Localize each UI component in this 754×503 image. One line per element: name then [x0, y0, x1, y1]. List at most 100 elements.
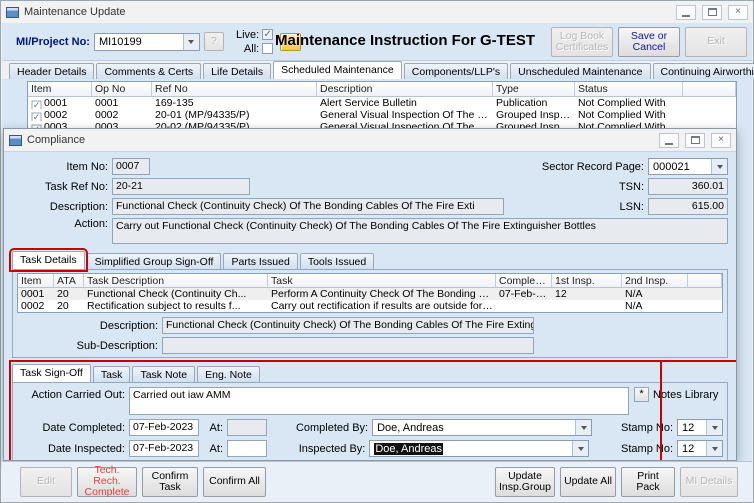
combo-arrow-icon[interactable] — [575, 420, 592, 435]
item-no-label: Item No: — [66, 160, 108, 173]
action-carried-out-field[interactable]: Carried out iaw AMM — [129, 387, 629, 415]
tab-task[interactable]: Task — [92, 366, 131, 382]
live-label: Live: — [235, 28, 260, 41]
date-inspected-field[interactable]: 07-Feb-2023 — [129, 440, 199, 457]
main-footer-bar: Edit Tech. Rech. Complete Confirm Task C… — [2, 461, 752, 501]
mi-project-combo[interactable]: MI10199 — [93, 32, 200, 51]
inspected-by-label: Inspected By: — [298, 442, 366, 455]
action-label: Action: — [74, 218, 108, 230]
tab-task-details[interactable]: Task Details — [9, 248, 88, 272]
lsn-label: LSN: — [619, 200, 644, 213]
selected-text: Doe, Andreas — [374, 442, 443, 455]
sector-record-page-label: Sector Record Page: — [541, 160, 644, 173]
tab-parts-issued[interactable]: Parts Issued — [223, 253, 298, 269]
action-carried-out-label: Action Carried Out: — [31, 389, 125, 401]
row-checkbox[interactable] — [31, 112, 42, 121]
combo-arrow-icon[interactable] — [572, 441, 589, 456]
tab-life-details[interactable]: Life Details — [203, 63, 272, 79]
dialog-title: Compliance — [27, 134, 86, 146]
dialog-maximize-icon[interactable] — [685, 132, 705, 148]
row-checkbox[interactable] — [31, 100, 42, 109]
tsn-field[interactable]: 360.01 — [648, 178, 728, 195]
completed-by-combo[interactable]: Doe, Andreas — [372, 419, 593, 436]
task-details-panel: Item ATA Task Description Task Completed… — [12, 269, 728, 358]
stamp-no-inspected-label: Stamp No: — [621, 442, 673, 455]
task-signoff-section: Task Sign-Off Task Task Note Eng. Note A… — [9, 360, 736, 460]
update-all-button[interactable]: Update All — [560, 466, 616, 497]
task-description-field[interactable]: Functional Check (Continuity Check) Of T… — [162, 317, 534, 334]
table-row[interactable]: 0001 0001 169-135 Alert Service Bulletin… — [28, 97, 736, 109]
main-header-band: MI/Project No: MI10199 ? Live: All: Main… — [2, 23, 752, 61]
table-row[interactable]: 0002 0002 20-01 (MP/94335/P) General Vis… — [28, 109, 736, 121]
dialog-close-icon[interactable]: × — [711, 132, 731, 148]
task-row[interactable]: 0002 20 Rectification subject to results… — [18, 300, 722, 312]
date-completed-field[interactable]: 07-Feb-2023 — [129, 419, 199, 436]
notes-library-label: Notes Library — [653, 389, 719, 401]
dialog-body: Item No: 0007 Sector Record Page: 000021… — [4, 151, 736, 460]
help-button[interactable]: ? — [203, 32, 224, 51]
at-completed-field[interactable] — [227, 419, 267, 436]
maximize-icon[interactable] — [702, 4, 722, 20]
task-table: Item ATA Task Description Task Completed… — [17, 273, 723, 313]
mi-details-button[interactable]: MI Details — [680, 466, 738, 497]
sub-description-label: Sub-Description: — [76, 339, 158, 352]
tab-header-details[interactable]: Header Details — [9, 63, 95, 79]
at-inspected-field[interactable] — [227, 440, 267, 457]
main-tab-bar: Header Details Comments & Certs Life Det… — [9, 61, 754, 79]
tab-components-llps[interactable]: Components/LLP's — [403, 63, 509, 79]
signoff-panel: Action Carried Out: Carried out iaw AMM … — [12, 382, 728, 460]
dialog-titlebar[interactable]: Compliance × — [4, 129, 736, 151]
screen: Maintenance Update × MI/Project No: MI10… — [0, 0, 754, 503]
inspected-by-combo[interactable]: Doe, Andreas — [369, 440, 590, 457]
task-row[interactable]: 0001 20 Functional Check (Continuity Ch.… — [18, 288, 722, 300]
table-header-row: Item Op No Ref No Description Type Statu… — [28, 82, 736, 97]
item-no-field[interactable]: 0007 — [112, 158, 150, 175]
combo-arrow-icon[interactable] — [706, 420, 722, 435]
tech-rech-complete-button[interactable]: Tech. Rech. Complete — [77, 465, 137, 498]
combo-arrow-icon[interactable] — [706, 441, 722, 456]
exit-button[interactable]: Exit — [685, 26, 747, 57]
minimize-icon[interactable] — [676, 4, 696, 20]
action-field[interactable]: Carry out Functional Check (Continuity C… — [112, 218, 728, 244]
tab-eng-note[interactable]: Eng. Note — [197, 366, 260, 382]
print-pack-button[interactable]: Print Pack — [621, 466, 675, 497]
log-book-certificates-button[interactable]: Log Book Certificates — [551, 26, 613, 57]
tab-comments-certs[interactable]: Comments & Certs — [96, 63, 202, 79]
tab-task-signoff[interactable]: Task Sign-Off — [12, 364, 91, 382]
tab-task-note[interactable]: Task Note — [132, 366, 196, 382]
stamp-no-completed-label: Stamp No: — [621, 421, 673, 434]
sub-description-field[interactable] — [162, 337, 534, 354]
description-label: Description: — [49, 200, 108, 213]
all-label: All: — [243, 42, 260, 55]
date-completed-label: Date Completed: — [42, 421, 125, 434]
confirm-all-button[interactable]: Confirm All — [203, 466, 266, 497]
at-completed-label: At: — [209, 421, 223, 434]
save-or-cancel-button[interactable]: Save or Cancel — [618, 26, 680, 57]
combo-arrow-icon[interactable] — [711, 159, 727, 174]
date-inspected-label: Date Inspected: — [47, 442, 125, 455]
task-ref-no-field[interactable]: 20-21 — [112, 178, 250, 195]
dialog-tab-bar: Task Details Simplified Group Sign-Off P… — [9, 248, 728, 272]
tab-scheduled-maintenance[interactable]: Scheduled Maintenance — [273, 61, 402, 79]
lsn-field[interactable]: 615.00 — [648, 198, 728, 215]
notes-library-button[interactable]: * — [634, 387, 649, 402]
edit-button[interactable]: Edit — [20, 466, 72, 497]
close-icon[interactable]: × — [728, 4, 748, 20]
description-field[interactable]: Functional Check (Continuity Check) Of T… — [112, 198, 504, 215]
tab-tools-issued[interactable]: Tools Issued — [299, 253, 375, 269]
tab-simplified-group-signoff[interactable]: Simplified Group Sign-Off — [86, 253, 222, 269]
stamp-no-completed-combo[interactable]: 12 — [677, 419, 723, 436]
task-description-label: Description: — [99, 319, 158, 332]
task-ref-no-label: Task Ref No: — [45, 180, 108, 193]
compliance-dialog: Compliance × Item No: 0007 Sector Record… — [3, 128, 737, 461]
sector-record-page-combo[interactable]: 000021 — [648, 158, 728, 175]
tab-continuing-airworthiness[interactable]: Continuing Airworthiness Requirements — [652, 63, 754, 79]
task-table-header: Item ATA Task Description Task Completed… — [18, 274, 722, 288]
combo-arrow-icon[interactable] — [182, 33, 199, 50]
confirm-task-button[interactable]: Confirm Task — [142, 466, 198, 497]
dialog-minimize-icon[interactable] — [659, 132, 679, 148]
tab-unscheduled-maintenance[interactable]: Unscheduled Maintenance — [510, 63, 651, 79]
stamp-no-inspected-combo[interactable]: 12 — [677, 440, 723, 457]
main-titlebar[interactable]: Maintenance Update × — [1, 1, 753, 23]
update-insp-group-button[interactable]: Update Insp.Group — [495, 466, 555, 497]
